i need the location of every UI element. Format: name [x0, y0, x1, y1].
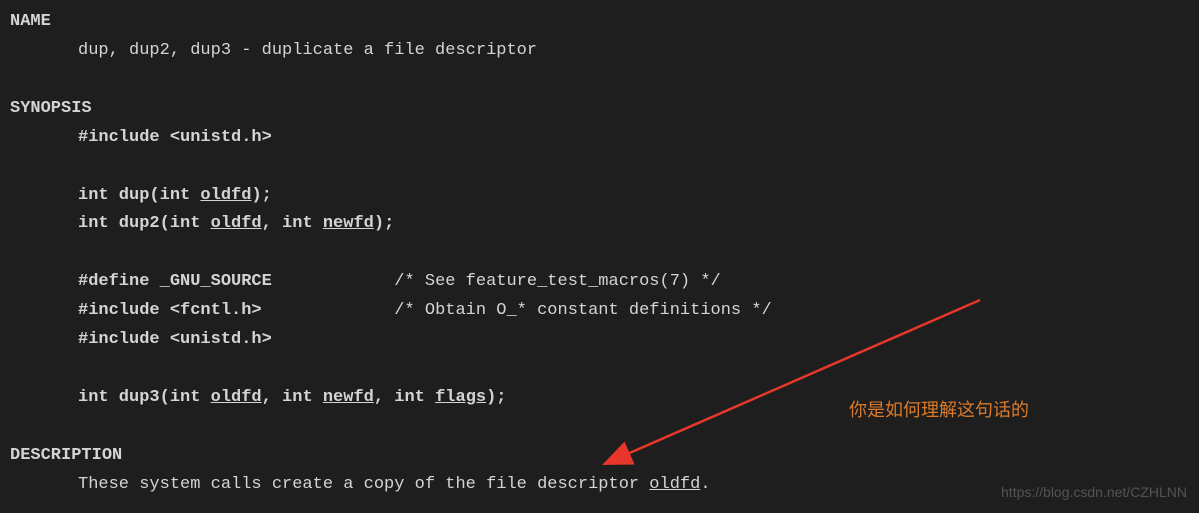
- section-header-description: DESCRIPTION: [10, 442, 1189, 471]
- code-keyword: int dup2(int: [78, 214, 211, 233]
- watermark: https://blog.csdn.net/CZHLNN: [1001, 481, 1187, 505]
- annotation-text: 你是如何理解这句话的: [849, 395, 1029, 426]
- section-header-synopsis: SYNOPSIS: [10, 95, 1189, 124]
- spacer: [10, 66, 1189, 95]
- code-arg: newfd: [323, 388, 374, 407]
- code-arg: flags: [435, 388, 486, 407]
- synopsis-dup-signature: int dup(int oldfd);: [10, 182, 1189, 211]
- code-arg: oldfd: [200, 186, 251, 205]
- description-oldfd: oldfd: [649, 475, 700, 494]
- spacer: [10, 153, 1189, 182]
- spacer: [10, 239, 1189, 268]
- section-header-name: NAME: [10, 8, 1189, 37]
- code-arg: oldfd: [211, 214, 262, 233]
- code-keyword: int dup3(int: [78, 388, 211, 407]
- name-line: dup, dup2, dup3 - duplicate a file descr…: [10, 37, 1189, 66]
- code-arg: newfd: [323, 214, 374, 233]
- code-keyword: int dup(int: [78, 186, 200, 205]
- synopsis-include-unistd2: #include <unistd.h>: [10, 326, 1189, 355]
- code-pad: [272, 272, 394, 291]
- code-punct: );: [486, 388, 506, 407]
- synopsis-define-gnu: #define _GNU_SOURCE /* See feature_test_…: [10, 268, 1189, 297]
- code-punct: );: [374, 214, 394, 233]
- code-arg: oldfd: [211, 388, 262, 407]
- code-keyword: , int: [374, 388, 435, 407]
- description-text-post: .: [700, 475, 710, 494]
- description-text-pre: These system calls create a copy of the …: [78, 475, 649, 494]
- code-comment: /* See feature_test_macros(7) */: [394, 272, 720, 291]
- code-directive: #define _GNU_SOURCE: [78, 272, 272, 291]
- synopsis-dup2-signature: int dup2(int oldfd, int newfd);: [10, 210, 1189, 239]
- code-directive: #include <fcntl.h>: [78, 301, 262, 320]
- code-pad: [262, 301, 395, 320]
- spacer: [10, 355, 1189, 384]
- code-keyword: , int: [262, 388, 323, 407]
- code-comment: /* Obtain O_* constant definitions */: [394, 301, 771, 320]
- code-keyword: , int: [262, 214, 323, 233]
- synopsis-include-fcntl: #include <fcntl.h> /* Obtain O_* constan…: [10, 297, 1189, 326]
- synopsis-include-1: #include <unistd.h>: [10, 124, 1189, 153]
- code-punct: );: [251, 186, 271, 205]
